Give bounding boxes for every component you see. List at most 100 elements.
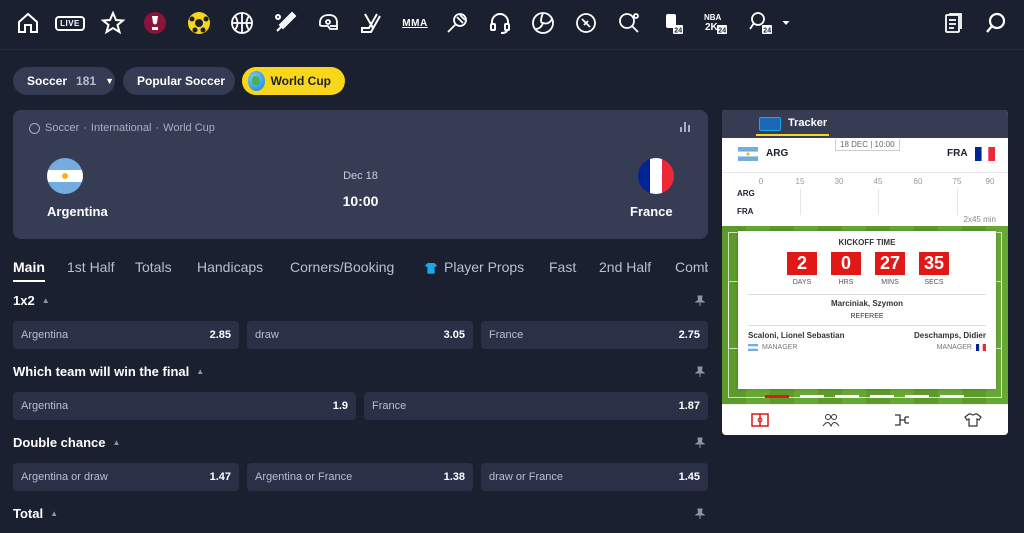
basketball-icon[interactable] xyxy=(228,9,256,37)
nba-2k24-icon[interactable]: NBA 2K 24 xyxy=(701,9,729,37)
esports-headset-icon[interactable] xyxy=(486,9,514,37)
odd-button[interactable]: Argentina 1.9 xyxy=(13,392,356,420)
odd-button[interactable]: Argentina 2.85 xyxy=(13,321,239,349)
sport-label: Soccer xyxy=(27,74,68,88)
timeline-tick: 15 xyxy=(795,177,805,186)
pitch-view-icon[interactable] xyxy=(751,413,769,427)
popular-soccer-label: Popular Soccer xyxy=(137,74,226,88)
timeline-tick: 45 xyxy=(873,177,883,186)
countdown-hours-label: HRS xyxy=(838,279,854,286)
odd-button[interactable]: draw or France 1.45 xyxy=(481,463,708,491)
tracker-header: Tracker xyxy=(722,110,1008,138)
timeline-tick: 75 xyxy=(952,177,962,186)
referee-role: REFEREE xyxy=(850,313,884,320)
away-manager-name: Deschamps, Didier xyxy=(913,331,986,340)
away-team-name: France xyxy=(630,204,673,219)
volleyball-icon[interactable] xyxy=(529,9,557,37)
svg-text:NBA: NBA xyxy=(704,13,722,22)
lineups-icon[interactable] xyxy=(822,413,840,427)
baseball-icon[interactable] xyxy=(271,9,299,37)
shirt-icon[interactable] xyxy=(964,413,982,427)
collapse-icon: ▲ xyxy=(196,367,205,376)
tracker-pitch-icon xyxy=(759,117,781,131)
racket-24-icon[interactable]: 24 xyxy=(746,9,774,37)
live-icon[interactable]: LIVE xyxy=(55,9,85,37)
tracker-home-abbr: ARG xyxy=(766,148,789,159)
fifa-24-icon[interactable]: 24 xyxy=(658,9,686,37)
star-icon[interactable] xyxy=(99,9,127,37)
match-date: Dec 18 xyxy=(343,170,378,182)
referee-name: Marciniak, Szymon xyxy=(830,299,904,308)
carousel-dot[interactable] xyxy=(940,395,964,398)
timeline-tick: 30 xyxy=(834,177,844,186)
carousel-dot-active[interactable] xyxy=(765,395,789,398)
odd-button[interactable]: Argentina or France 1.38 xyxy=(247,463,473,491)
tab-handicaps[interactable]: Handicaps xyxy=(197,259,263,275)
countdown-days-label: DAYS xyxy=(792,279,812,286)
world-cup-label: World Cup xyxy=(270,74,331,88)
sport-dropdown[interactable]: Soccer 181 ▼ xyxy=(13,67,115,95)
france-flag xyxy=(638,158,674,194)
market-title-1x2[interactable]: 1x2 ▲ xyxy=(13,293,50,308)
tab-main[interactable]: Main xyxy=(13,259,45,282)
sport-count: 181 xyxy=(76,74,97,88)
pin-icon[interactable] xyxy=(694,508,706,520)
search-icon[interactable] xyxy=(982,9,1010,37)
svg-text:2K: 2K xyxy=(705,22,719,33)
shirt-icon xyxy=(425,262,437,274)
timeline-away-label: FRA xyxy=(737,207,754,216)
odd-button[interactable]: draw 3.05 xyxy=(247,321,473,349)
soccer-ball-icon[interactable] xyxy=(185,9,213,37)
tab-totals[interactable]: Totals xyxy=(135,259,172,275)
odd-button[interactable]: France 1.87 xyxy=(364,392,708,420)
tab-fast[interactable]: Fast xyxy=(549,259,576,275)
rugby-icon[interactable] xyxy=(572,9,600,37)
pin-icon[interactable] xyxy=(694,366,706,378)
popular-soccer-filter[interactable]: Popular Soccer xyxy=(123,67,235,95)
timeline-tick: 90 xyxy=(985,177,995,186)
tab-player-props[interactable]: Player Props xyxy=(425,259,524,275)
market-title-total[interactable]: Total ▲ xyxy=(13,506,58,521)
market-title-winner[interactable]: Which team will win the final ▲ xyxy=(13,364,204,379)
american-football-helmet-icon[interactable] xyxy=(314,9,342,37)
timeline-tick: 60 xyxy=(913,177,923,186)
match-timeline: 0 15 30 45 60 75 90 ARG FRA 2x45 min xyxy=(722,172,1008,226)
carousel-dot[interactable] xyxy=(835,395,859,398)
pin-icon[interactable] xyxy=(694,437,706,449)
countdown-minutes-label: MINS xyxy=(881,279,899,286)
away-manager-role: MANAGER xyxy=(937,344,986,351)
market-tabs: Main 1st Half Totals Handicaps Corners/B… xyxy=(13,259,708,285)
table-tennis-icon[interactable] xyxy=(615,9,643,37)
odd-button[interactable]: Argentina or draw 1.47 xyxy=(13,463,239,491)
market-title-double-chance[interactable]: Double chance ▲ xyxy=(13,435,120,450)
svg-text:24: 24 xyxy=(674,28,682,35)
tracker-footer xyxy=(722,404,1008,435)
breadcrumb-competition[interactable]: World Cup xyxy=(163,122,215,134)
bracket-icon[interactable] xyxy=(893,413,911,427)
tennis-icon[interactable] xyxy=(443,9,471,37)
breadcrumb-sport[interactable]: Soccer xyxy=(45,122,79,134)
hockey-icon[interactable] xyxy=(357,9,385,37)
home-icon[interactable] xyxy=(14,9,42,37)
tab-combos[interactable]: Combos xyxy=(675,259,708,275)
world-cup-filter[interactable]: World Cup xyxy=(242,67,345,95)
home-manager-name: Scaloni, Lionel Sebastian xyxy=(748,331,845,340)
world-cup-icon[interactable] xyxy=(141,9,169,37)
betslip-icon[interactable] xyxy=(939,9,967,37)
carousel-dot[interactable] xyxy=(870,395,894,398)
svg-text:24: 24 xyxy=(763,28,771,35)
tracker-title[interactable]: Tracker xyxy=(755,117,830,136)
carousel-dot[interactable] xyxy=(800,395,824,398)
soccer-ball-icon xyxy=(29,122,40,134)
carousel-dot[interactable] xyxy=(905,395,929,398)
stats-icon[interactable] xyxy=(680,122,692,132)
tab-1st-half[interactable]: 1st Half xyxy=(67,259,114,275)
tab-corners-booking[interactable]: Corners/Booking xyxy=(290,259,394,275)
more-chevron-icon[interactable] xyxy=(774,9,798,37)
tab-2nd-half[interactable]: 2nd Half xyxy=(599,259,651,275)
breadcrumb-region[interactable]: International xyxy=(91,122,152,134)
tracker-away-abbr: FRA xyxy=(947,148,968,159)
mma-icon[interactable]: MMA xyxy=(400,9,430,37)
pin-icon[interactable] xyxy=(694,295,706,307)
odd-button[interactable]: France 2.75 xyxy=(481,321,708,349)
